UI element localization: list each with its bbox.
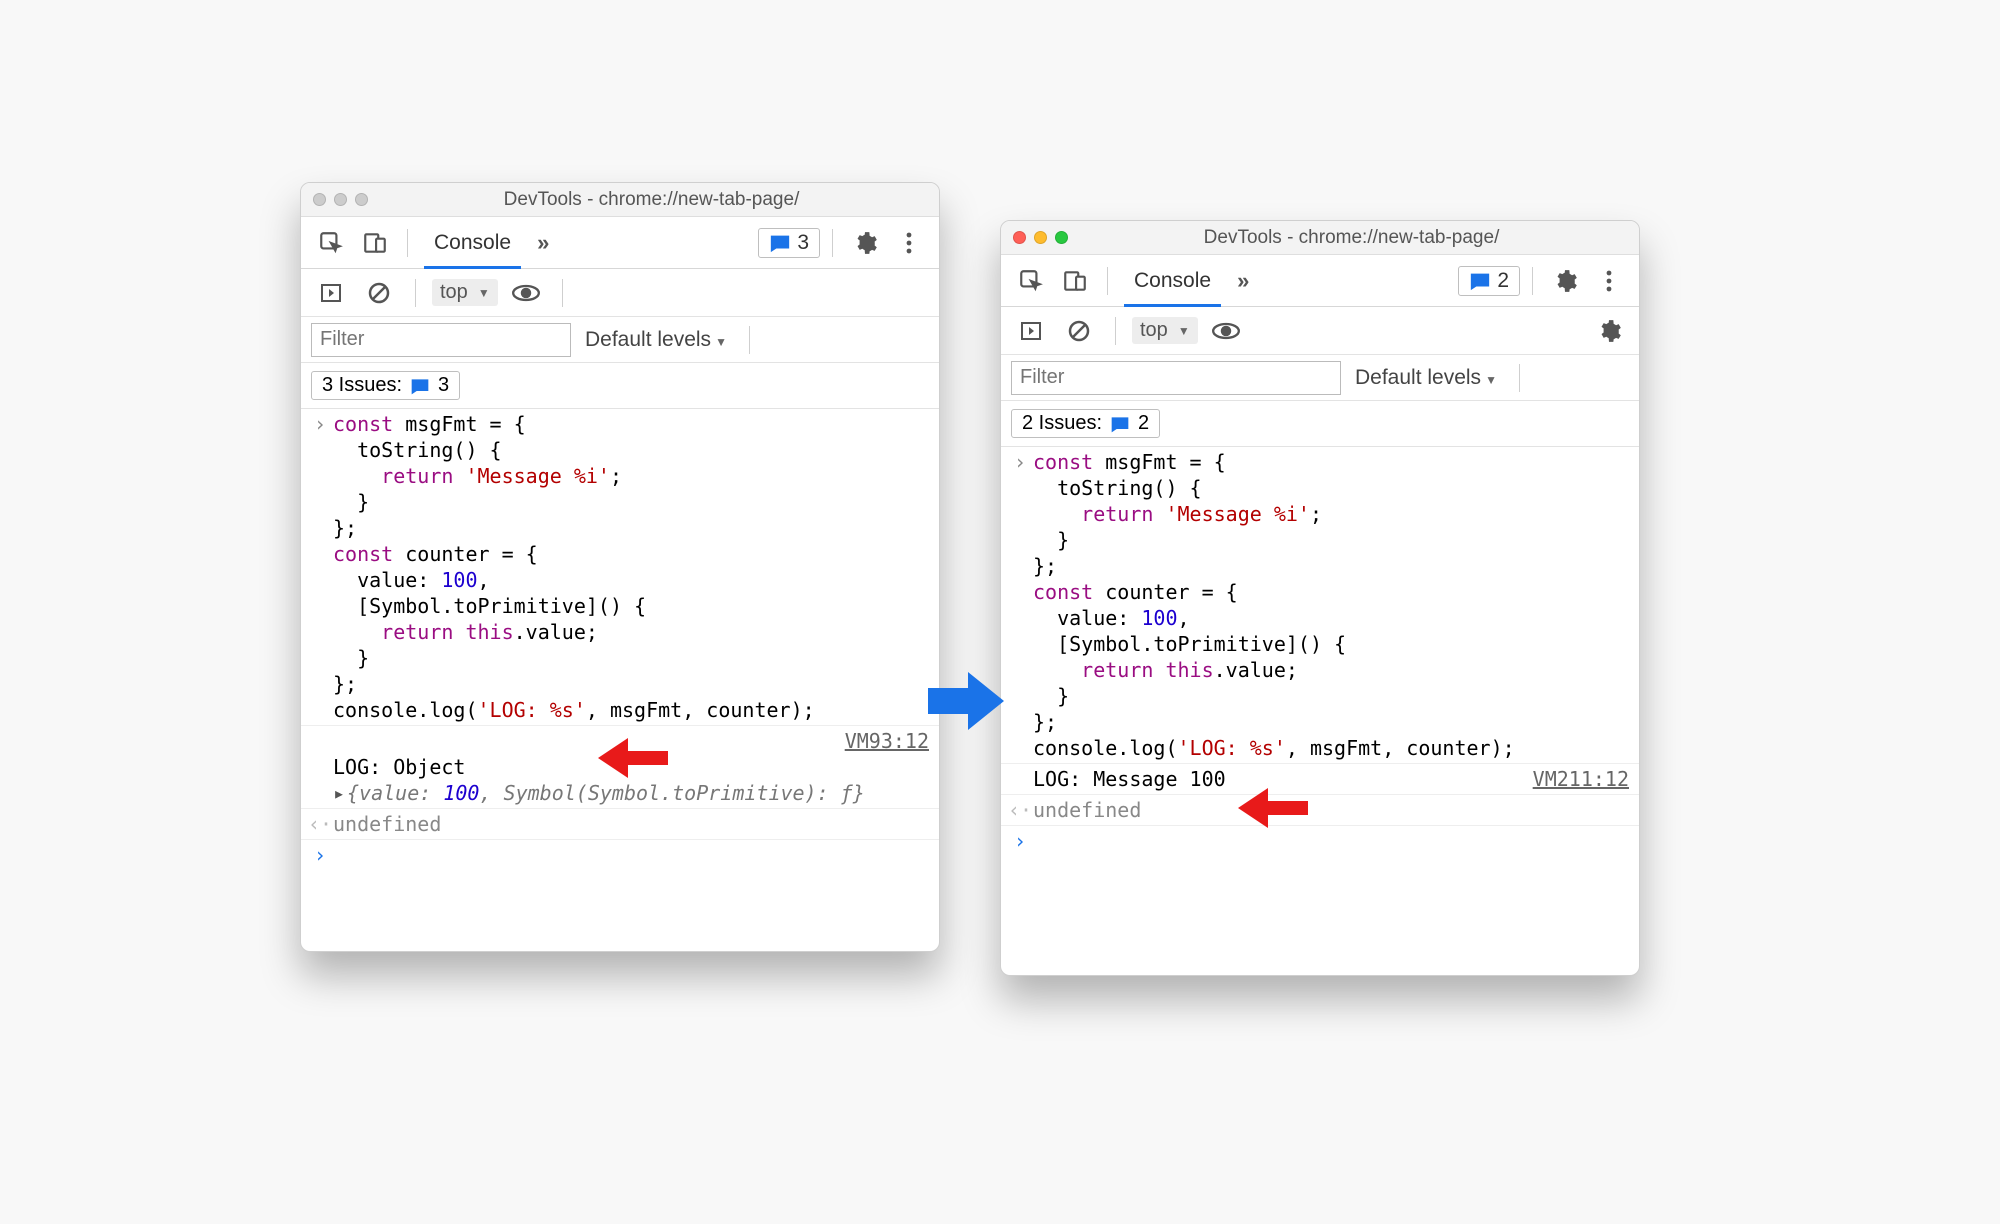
filter-bar: Default levels — [301, 317, 939, 363]
filter-bar: Default levels — [1001, 355, 1639, 401]
sidebar-toggle-icon[interactable] — [311, 273, 351, 313]
clear-console-icon[interactable] — [359, 273, 399, 313]
separator — [749, 326, 750, 354]
zoom-icon[interactable] — [355, 193, 368, 206]
issues-row: 2 Issues: 2 — [1001, 401, 1639, 447]
settings-icon[interactable] — [845, 223, 885, 263]
minimize-icon[interactable] — [334, 193, 347, 206]
inspect-icon[interactable] — [311, 223, 351, 263]
window-title: DevTools - chrome://new-tab-page/ — [1076, 227, 1627, 249]
devtools-window-after: DevTools - chrome://new-tab-page/ Consol… — [1000, 220, 1640, 976]
traffic-lights — [1013, 231, 1068, 244]
levels-selector[interactable]: Default levels — [1355, 366, 1497, 390]
return-icon: ‹· — [1007, 797, 1033, 823]
issues-badge: 3 — [438, 374, 449, 397]
main-toolbar: Console » 3 — [301, 217, 939, 269]
console-toolbar: top — [301, 269, 939, 317]
separator — [1107, 267, 1108, 295]
more-tabs-icon[interactable]: » — [537, 230, 549, 256]
issues-box[interactable]: 2 Issues: 2 — [1011, 409, 1160, 438]
separator — [562, 279, 563, 307]
separator — [1532, 267, 1533, 295]
context-selector[interactable]: top — [432, 279, 498, 306]
window-title: DevTools - chrome://new-tab-page/ — [376, 189, 927, 211]
issues-count: 3 — [797, 231, 809, 255]
separator — [415, 279, 416, 307]
kebab-icon[interactable] — [1589, 261, 1629, 301]
filter-input[interactable] — [1011, 361, 1341, 395]
undefined-value: undefined — [333, 811, 933, 837]
separator — [407, 229, 408, 257]
source-link[interactable]: VM211:12 — [1533, 766, 1629, 792]
settings-icon[interactable] — [1589, 311, 1629, 351]
console-input-row[interactable]: › const msgFmt = { toString() { return '… — [1001, 447, 1639, 764]
filter-input[interactable] — [311, 323, 571, 357]
highlight-arrow-icon — [1238, 788, 1308, 828]
device-toggle-icon[interactable] — [355, 223, 395, 263]
return-icon: ‹· — [307, 811, 333, 837]
close-icon[interactable] — [313, 193, 326, 206]
main-toolbar: Console » 2 — [1001, 255, 1639, 307]
settings-icon[interactable] — [1545, 261, 1585, 301]
console-toolbar: top — [1001, 307, 1639, 355]
undefined-value: undefined — [1033, 797, 1633, 823]
titlebar: DevTools - chrome://new-tab-page/ — [1001, 221, 1639, 255]
live-expression-icon[interactable] — [1206, 311, 1246, 351]
log-output-row[interactable]: LOG: Message 100 VM211:12 — [1001, 764, 1639, 795]
source-link[interactable]: VM93:12 — [845, 728, 929, 754]
prompt-row[interactable]: › — [1001, 826, 1639, 856]
prompt-row[interactable]: › — [301, 840, 939, 870]
levels-label: Default levels — [1355, 366, 1481, 389]
return-row: ‹· undefined — [301, 809, 939, 840]
tab-label: Console — [1134, 269, 1211, 293]
chevron-right-icon: › — [1007, 449, 1033, 761]
more-tabs-icon[interactable]: » — [1237, 268, 1249, 294]
issues-button[interactable]: 2 — [1458, 266, 1520, 296]
issues-label: 2 Issues: — [1022, 412, 1102, 435]
code-block: const msgFmt = { toString() { return 'Me… — [1033, 449, 1633, 761]
live-expression-icon[interactable] — [506, 273, 546, 313]
sidebar-toggle-icon[interactable] — [1011, 311, 1051, 351]
context-label: top — [1140, 319, 1168, 342]
titlebar: DevTools - chrome://new-tab-page/ — [301, 183, 939, 217]
chevron-right-icon: › — [307, 411, 333, 723]
separator — [1519, 364, 1520, 392]
traffic-lights — [313, 193, 368, 206]
close-icon[interactable] — [1013, 231, 1026, 244]
console-input-row[interactable]: › const msgFmt = { toString() { return '… — [301, 409, 939, 726]
issues-box[interactable]: 3 Issues: 3 — [311, 371, 460, 400]
code-block: const msgFmt = { toString() { return 'Me… — [333, 411, 933, 723]
console-output: › const msgFmt = { toString() { return '… — [301, 409, 939, 951]
console-output: › const msgFmt = { toString() { return '… — [1001, 447, 1639, 975]
issues-badge: 2 — [1138, 412, 1149, 435]
clear-console-icon[interactable] — [1059, 311, 1099, 351]
separator — [832, 229, 833, 257]
tab-console[interactable]: Console — [1120, 255, 1225, 307]
kebab-icon[interactable] — [889, 223, 929, 263]
issues-row: 3 Issues: 3 — [301, 363, 939, 409]
highlight-arrow-icon — [598, 738, 668, 778]
tab-console[interactable]: Console — [420, 217, 525, 269]
levels-label: Default levels — [585, 328, 711, 351]
transition-arrow-icon — [928, 672, 1004, 730]
return-row: ‹· undefined — [1001, 795, 1639, 826]
issues-button[interactable]: 3 — [758, 228, 820, 258]
tab-label: Console — [434, 231, 511, 255]
issues-count: 2 — [1497, 269, 1509, 293]
issues-label: 3 Issues: — [322, 374, 402, 397]
inspect-icon[interactable] — [1011, 261, 1051, 301]
device-toggle-icon[interactable] — [1055, 261, 1095, 301]
context-label: top — [440, 281, 468, 304]
devtools-window-before: DevTools - chrome://new-tab-page/ Consol… — [300, 182, 940, 952]
minimize-icon[interactable] — [1034, 231, 1047, 244]
zoom-icon[interactable] — [1055, 231, 1068, 244]
levels-selector[interactable]: Default levels — [585, 328, 727, 352]
prompt-icon: › — [1007, 828, 1033, 854]
separator — [1115, 317, 1116, 345]
context-selector[interactable]: top — [1132, 317, 1198, 344]
prompt-icon: › — [307, 842, 333, 868]
